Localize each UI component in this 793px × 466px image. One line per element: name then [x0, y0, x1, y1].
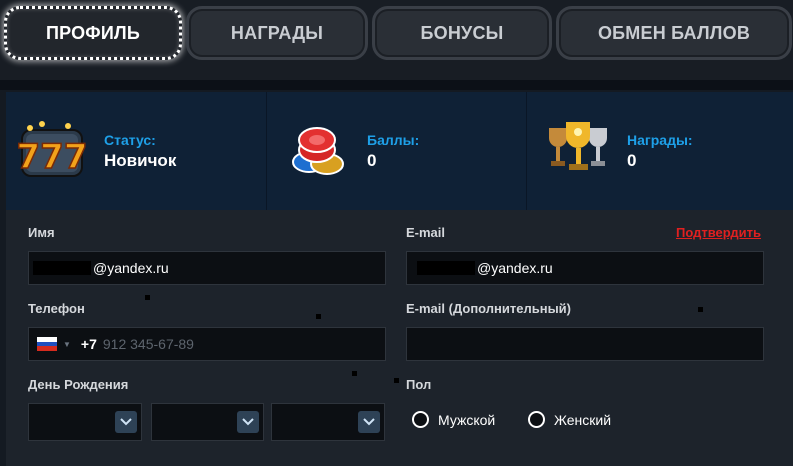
stat-points-value: 0 — [367, 151, 377, 170]
chevron-down-icon[interactable] — [358, 411, 380, 433]
email2-field[interactable] — [406, 327, 764, 361]
name-label: Имя — [28, 225, 55, 240]
tab-bar: ПРОФИЛЬ НАГРАДЫ БОНУСЫ ОБМЕН БАЛЛОВ — [0, 0, 793, 90]
name-field[interactable]: @yandex.ru — [28, 251, 386, 285]
svg-text:777: 777 — [18, 137, 87, 177]
birthday-month-select[interactable] — [151, 403, 264, 441]
birthday-year-select[interactable] — [271, 403, 385, 441]
phone-country-code: +7 — [80, 336, 97, 352]
name-value: @yandex.ru — [93, 260, 169, 276]
stat-rewards-value: 0 — [627, 151, 637, 170]
stat-status: 777 Статус: Новичок — [6, 92, 264, 210]
gender-female-radio[interactable]: Женский — [528, 411, 611, 428]
russia-flag-icon[interactable] — [37, 337, 57, 351]
gender-label: Пол — [406, 377, 432, 392]
artifact-speck — [352, 371, 357, 376]
stats-panel: 777 Статус: Новичок Баллы: 0 Награды: 0 — [6, 92, 793, 210]
email2-label: E-mail (Дополнительный) — [406, 301, 572, 316]
trophies-icon — [543, 114, 613, 184]
confirm-email-link[interactable]: Подтвердить — [676, 225, 761, 240]
tab-bonuses[interactable]: БОНУСЫ — [372, 6, 552, 60]
tab-rewards[interactable]: НАГРАДЫ — [186, 6, 368, 60]
stat-status-value: Новичок — [104, 151, 177, 170]
artifact-speck — [316, 314, 321, 319]
phone-label: Телефон — [28, 301, 85, 316]
radio-circle[interactable] — [528, 411, 545, 428]
radio-circle[interactable] — [412, 411, 429, 428]
email-label: E-mail — [406, 225, 446, 240]
email-value: @yandex.ru — [477, 260, 553, 276]
email-field[interactable]: @yandex.ru — [406, 251, 764, 285]
profile-form: Имя @yandex.ru E-mail Подтвердить @yande… — [6, 210, 793, 466]
gender-male-label: Мужской — [438, 411, 496, 428]
casino-chips-icon — [283, 114, 353, 184]
slot-777-icon: 777 — [16, 114, 88, 184]
phone-field[interactable]: ▼ +7 912 345-67-89 — [28, 327, 386, 361]
phone-placeholder: 912 345-67-89 — [102, 336, 194, 352]
redacted-text — [417, 261, 475, 275]
redacted-text — [33, 261, 91, 275]
chevron-down-icon[interactable] — [237, 411, 259, 433]
tab-profile-label: ПРОФИЛЬ — [46, 22, 140, 43]
chevron-down-icon[interactable] — [115, 411, 137, 433]
tab-rewards-label: НАГРАДЫ — [230, 22, 324, 43]
gender-female-label: Женский — [554, 411, 612, 428]
dropdown-caret-icon[interactable]: ▼ — [63, 340, 71, 349]
gender-male-radio[interactable]: Мужской — [412, 411, 495, 428]
artifact-speck — [698, 307, 703, 312]
birthday-day-select[interactable] — [28, 403, 142, 441]
tab-profile[interactable]: ПРОФИЛЬ — [4, 6, 182, 60]
stat-points: Баллы: 0 — [266, 92, 525, 210]
tab-bonuses-label: БОНУСЫ — [420, 22, 504, 43]
artifact-speck — [145, 295, 150, 300]
stat-points-label: Баллы: — [367, 132, 420, 148]
birthday-label: День Рождения — [28, 377, 129, 392]
stat-status-label: Статус: — [104, 132, 156, 148]
stat-rewards-label: Награды: — [627, 132, 693, 148]
stat-rewards: Награды: 0 — [526, 92, 785, 210]
tab-points-exchange-label: ОБМЕН БАЛЛОВ — [597, 22, 751, 43]
tab-divider — [0, 80, 793, 90]
tab-points-exchange[interactable]: ОБМЕН БАЛЛОВ — [556, 6, 792, 60]
artifact-speck — [394, 378, 399, 383]
